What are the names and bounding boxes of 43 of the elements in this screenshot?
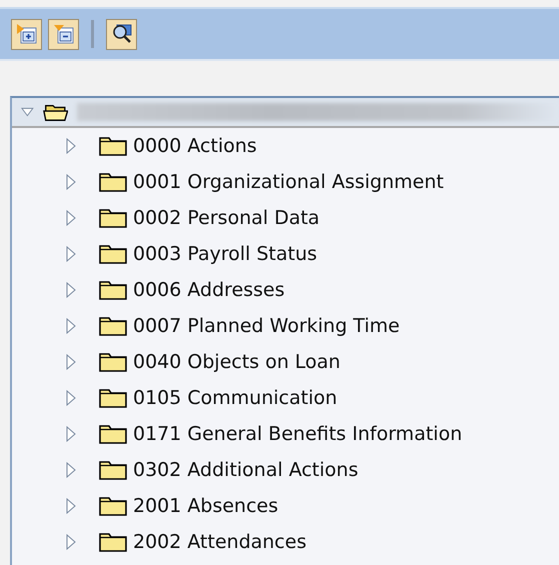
- tree-item[interactable]: 0000 Actions: [133, 135, 257, 157]
- expand-arrow-icon[interactable]: [64, 390, 78, 406]
- folder-icon: [98, 495, 128, 517]
- tree-item[interactable]: 0006 Addresses: [133, 279, 285, 301]
- tree-item[interactable]: 0040 Objects on Loan: [133, 351, 340, 373]
- collapse-all-icon: [52, 23, 74, 45]
- expand-arrow-icon[interactable]: [64, 426, 78, 442]
- folder-icon: [98, 459, 128, 481]
- folder-icon: [98, 315, 128, 337]
- expand-arrow-icon[interactable]: [64, 498, 78, 514]
- folder-icon: [98, 207, 128, 229]
- collapse-arrow-icon[interactable]: [21, 105, 34, 119]
- collapse-all-button[interactable]: [48, 18, 79, 50]
- tree-item[interactable]: 0003 Payroll Status: [133, 243, 318, 265]
- search-button[interactable]: [106, 18, 137, 50]
- expand-arrow-icon[interactable]: [64, 534, 78, 550]
- folder-icon: [98, 171, 128, 193]
- expand-arrow-icon[interactable]: [64, 246, 78, 262]
- expand-arrow-icon[interactable]: [64, 174, 78, 190]
- tree-item[interactable]: 0007 Planned Working Time: [133, 315, 400, 337]
- expand-all-button[interactable]: [11, 18, 42, 50]
- expand-arrow-icon[interactable]: [64, 462, 78, 478]
- tree-item[interactable]: 0302 Additional Actions: [133, 459, 358, 481]
- expand-all-icon: [16, 23, 38, 45]
- folder-icon: [98, 423, 128, 445]
- search-icon: [110, 23, 132, 45]
- folder-icon: [98, 531, 128, 553]
- expand-arrow-icon[interactable]: [64, 354, 78, 370]
- tree-item[interactable]: 0105 Communication: [133, 387, 338, 409]
- tree-item[interactable]: 2001 Absences: [133, 495, 278, 517]
- expand-arrow-icon[interactable]: [64, 210, 78, 226]
- tree-item[interactable]: 0171 General Benefits Information: [133, 423, 462, 445]
- folder-icon: [98, 243, 128, 265]
- folder-icon: [98, 279, 128, 301]
- tree-item[interactable]: 2002 Attendances: [133, 531, 306, 553]
- folder-icon: [98, 351, 128, 373]
- expand-arrow-icon[interactable]: [64, 318, 78, 334]
- expand-arrow-icon[interactable]: [64, 138, 78, 154]
- folder-icon: [98, 135, 128, 157]
- folder-icon: [98, 387, 128, 409]
- expand-arrow-icon[interactable]: [64, 282, 78, 298]
- tree-item[interactable]: 0002 Personal Data: [133, 207, 320, 229]
- tree-item[interactable]: 0001 Organizational Assignment: [133, 171, 444, 193]
